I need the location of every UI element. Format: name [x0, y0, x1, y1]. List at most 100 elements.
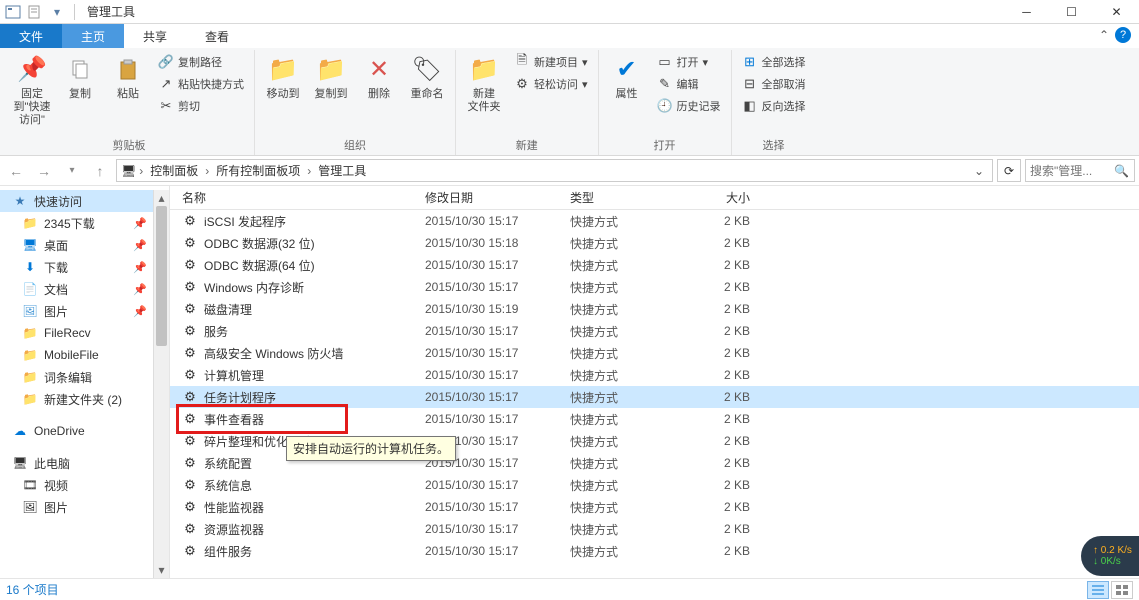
qat-dropdown-icon[interactable]: ▾ — [48, 3, 66, 21]
forward-button[interactable]: → — [32, 159, 56, 183]
file-row[interactable]: ⚙任务计划程序2015/10/30 15:17快捷方式2 KB — [170, 386, 1139, 408]
sidebar-item[interactable]: 📁MobileFile — [0, 344, 153, 366]
file-row[interactable]: ⚙服务2015/10/30 15:17快捷方式2 KB — [170, 320, 1139, 342]
view-details-button[interactable] — [1087, 581, 1109, 599]
sidebar-item[interactable]: 📁词条编辑 — [0, 366, 153, 388]
invert-selection-button[interactable]: ◧反向选择 — [738, 96, 810, 116]
scroll-track[interactable] — [154, 206, 169, 562]
file-date: 2015/10/30 15:17 — [425, 258, 570, 272]
file-date: 2015/10/30 15:17 — [425, 390, 570, 404]
file-type: 快捷方式 — [570, 521, 690, 538]
breadcrumb-item[interactable]: 管理工具 — [314, 162, 370, 179]
file-row[interactable]: ⚙事件查看器2015/10/30 15:17快捷方式2 KB — [170, 408, 1139, 430]
address-dropdown-icon[interactable]: ⌄ — [970, 164, 988, 178]
copy-to-button[interactable]: 📁复制到 — [309, 52, 353, 103]
maximize-button[interactable]: ☐ — [1049, 1, 1094, 23]
select-none-button[interactable]: ⊟全部取消 — [738, 74, 810, 94]
properties-button[interactable]: ✔属性 — [605, 52, 649, 103]
scroll-down-icon[interactable]: ▾ — [154, 562, 169, 578]
file-row[interactable]: ⚙iSCSI 发起程序2015/10/30 15:17快捷方式2 KB — [170, 210, 1139, 232]
shortcut-file-icon: ⚙ — [182, 235, 198, 251]
minimize-button[interactable]: ─ — [1004, 1, 1049, 23]
refresh-button[interactable]: ⟳ — [997, 159, 1021, 182]
nav-onedrive[interactable]: ☁OneDrive — [0, 420, 153, 442]
file-row[interactable]: ⚙ODBC 数据源(32 位)2015/10/30 15:18快捷方式2 KB — [170, 232, 1139, 254]
search-icon[interactable]: 🔍 — [1114, 164, 1129, 178]
easy-access-button[interactable]: ⚙轻松访问 ▾ — [510, 74, 592, 94]
recent-locations-button[interactable]: ▾ — [60, 159, 84, 183]
file-row[interactable]: ⚙组件服务2015/10/30 15:17快捷方式2 KB — [170, 540, 1139, 562]
tab-home[interactable]: 主页 — [62, 24, 124, 48]
file-row[interactable]: ⚙磁盘清理2015/10/30 15:19快捷方式2 KB — [170, 298, 1139, 320]
file-date: 2015/10/30 15:17 — [425, 214, 570, 228]
search-box[interactable]: 🔍 — [1025, 159, 1135, 182]
scrollbar[interactable]: ▴ ▾ — [153, 190, 169, 578]
file-row[interactable]: ⚙资源监视器2015/10/30 15:17快捷方式2 KB — [170, 518, 1139, 540]
scroll-up-icon[interactable]: ▴ — [154, 190, 169, 206]
breadcrumb-item[interactable]: 所有控制面板项 — [212, 162, 304, 179]
history-button[interactable]: 🕘历史记录 — [653, 96, 725, 116]
up-button[interactable]: ↑ — [88, 159, 112, 183]
network-speed-widget[interactable]: ↑ 0.2 K/s ↓ 0K/s — [1081, 536, 1139, 576]
sidebar-item[interactable]: 🖼图片📌 — [0, 300, 153, 322]
breadcrumb-item[interactable]: 控制面板 — [146, 162, 202, 179]
nav-this-pc[interactable]: 🖥此电脑 — [0, 452, 153, 474]
new-folder-button[interactable]: 📁新建 文件夹 — [462, 52, 506, 116]
close-button[interactable]: ✕ — [1094, 1, 1139, 23]
file-date: 2015/10/30 15:17 — [425, 500, 570, 514]
rename-button[interactable]: 🏷重命名 — [405, 52, 449, 103]
chevron-right-icon[interactable]: › — [136, 164, 146, 178]
sidebar-item[interactable]: 🖥桌面📌 — [0, 234, 153, 256]
sidebar-item[interactable]: 📁新建文件夹 (2) — [0, 388, 153, 410]
file-row[interactable]: ⚙性能监视器2015/10/30 15:17快捷方式2 KB — [170, 496, 1139, 518]
pin-to-quick-access-button[interactable]: 📌 固定到"快速访问" — [10, 52, 54, 130]
edit-button[interactable]: ✎编辑 — [653, 74, 725, 94]
navigation-pane[interactable]: ★快速访问 📁2345下载📌🖥桌面📌⬇下载📌📄文档📌🖼图片📌📁FileRecv📁… — [0, 186, 170, 578]
sidebar-item-label: FileRecv — [44, 326, 91, 340]
file-row[interactable]: ⚙ODBC 数据源(64 位)2015/10/30 15:17快捷方式2 KB — [170, 254, 1139, 276]
breadcrumb[interactable]: 🖥 › 控制面板 › 所有控制面板项 › 管理工具 ⌄ — [116, 159, 993, 182]
help-icon[interactable]: ? — [1115, 27, 1131, 43]
file-row[interactable]: ⚙计算机管理2015/10/30 15:17快捷方式2 KB — [170, 364, 1139, 386]
cut-button[interactable]: ✂剪切 — [154, 96, 248, 116]
select-all-button[interactable]: ⊞全部选择 — [738, 52, 810, 72]
tab-file[interactable]: 文件 — [0, 24, 62, 48]
move-to-button[interactable]: 📁移动到 — [261, 52, 305, 103]
picture-icon: 🖼 — [22, 499, 38, 515]
sidebar-item-label: 图片 — [44, 303, 68, 320]
paste-shortcut-button[interactable]: ↗粘贴快捷方式 — [154, 74, 248, 94]
col-header-size[interactable]: 大小 — [690, 189, 760, 206]
delete-button[interactable]: ✕删除 — [357, 52, 401, 103]
open-button[interactable]: ▭打开 ▾ — [653, 52, 725, 72]
column-headers[interactable]: 名称 修改日期 类型 大小 — [170, 186, 1139, 210]
scroll-thumb[interactable] — [156, 206, 167, 346]
back-button[interactable]: ← — [4, 159, 28, 183]
sidebar-item[interactable]: 📄文档📌 — [0, 278, 153, 300]
copy-button[interactable]: 复制 — [58, 52, 102, 103]
nav-videos[interactable]: 🎞视频 — [0, 474, 153, 496]
file-row[interactable]: ⚙Windows 内存诊断2015/10/30 15:17快捷方式2 KB — [170, 276, 1139, 298]
chevron-right-icon[interactable]: › — [202, 164, 212, 178]
new-item-button[interactable]: 🗎新建项目 ▾ — [510, 52, 592, 72]
col-header-date[interactable]: 修改日期 — [425, 189, 570, 206]
sidebar-item[interactable]: 📁FileRecv — [0, 322, 153, 344]
tab-share[interactable]: 共享 — [124, 24, 186, 48]
collapse-ribbon-icon[interactable]: ⌃ — [1099, 28, 1109, 42]
nav-pictures[interactable]: 🖼图片 — [0, 496, 153, 518]
file-row[interactable]: ⚙系统信息2015/10/30 15:17快捷方式2 KB — [170, 474, 1139, 496]
file-row[interactable]: ⚙高级安全 Windows 防火墙2015/10/30 15:17快捷方式2 K… — [170, 342, 1139, 364]
view-icons-button[interactable] — [1111, 581, 1133, 599]
col-header-type[interactable]: 类型 — [570, 189, 690, 206]
paste-button[interactable]: 粘贴 — [106, 52, 150, 103]
chevron-right-icon[interactable]: › — [304, 164, 314, 178]
nav-quick-access[interactable]: ★快速访问 — [0, 190, 153, 212]
tab-view[interactable]: 查看 — [186, 24, 248, 48]
breadcrumb-root-icon[interactable]: 🖥 — [121, 164, 136, 178]
search-input[interactable] — [1030, 164, 1110, 178]
sidebar-item[interactable]: ⬇下载📌 — [0, 256, 153, 278]
col-header-name[interactable]: 名称 — [170, 189, 425, 206]
copy-path-button[interactable]: 🔗复制路径 — [154, 52, 248, 72]
sidebar-item[interactable]: 📁2345下载📌 — [0, 212, 153, 234]
qat-properties-icon[interactable] — [26, 3, 44, 21]
chevron-down-icon: ▾ — [703, 56, 709, 69]
